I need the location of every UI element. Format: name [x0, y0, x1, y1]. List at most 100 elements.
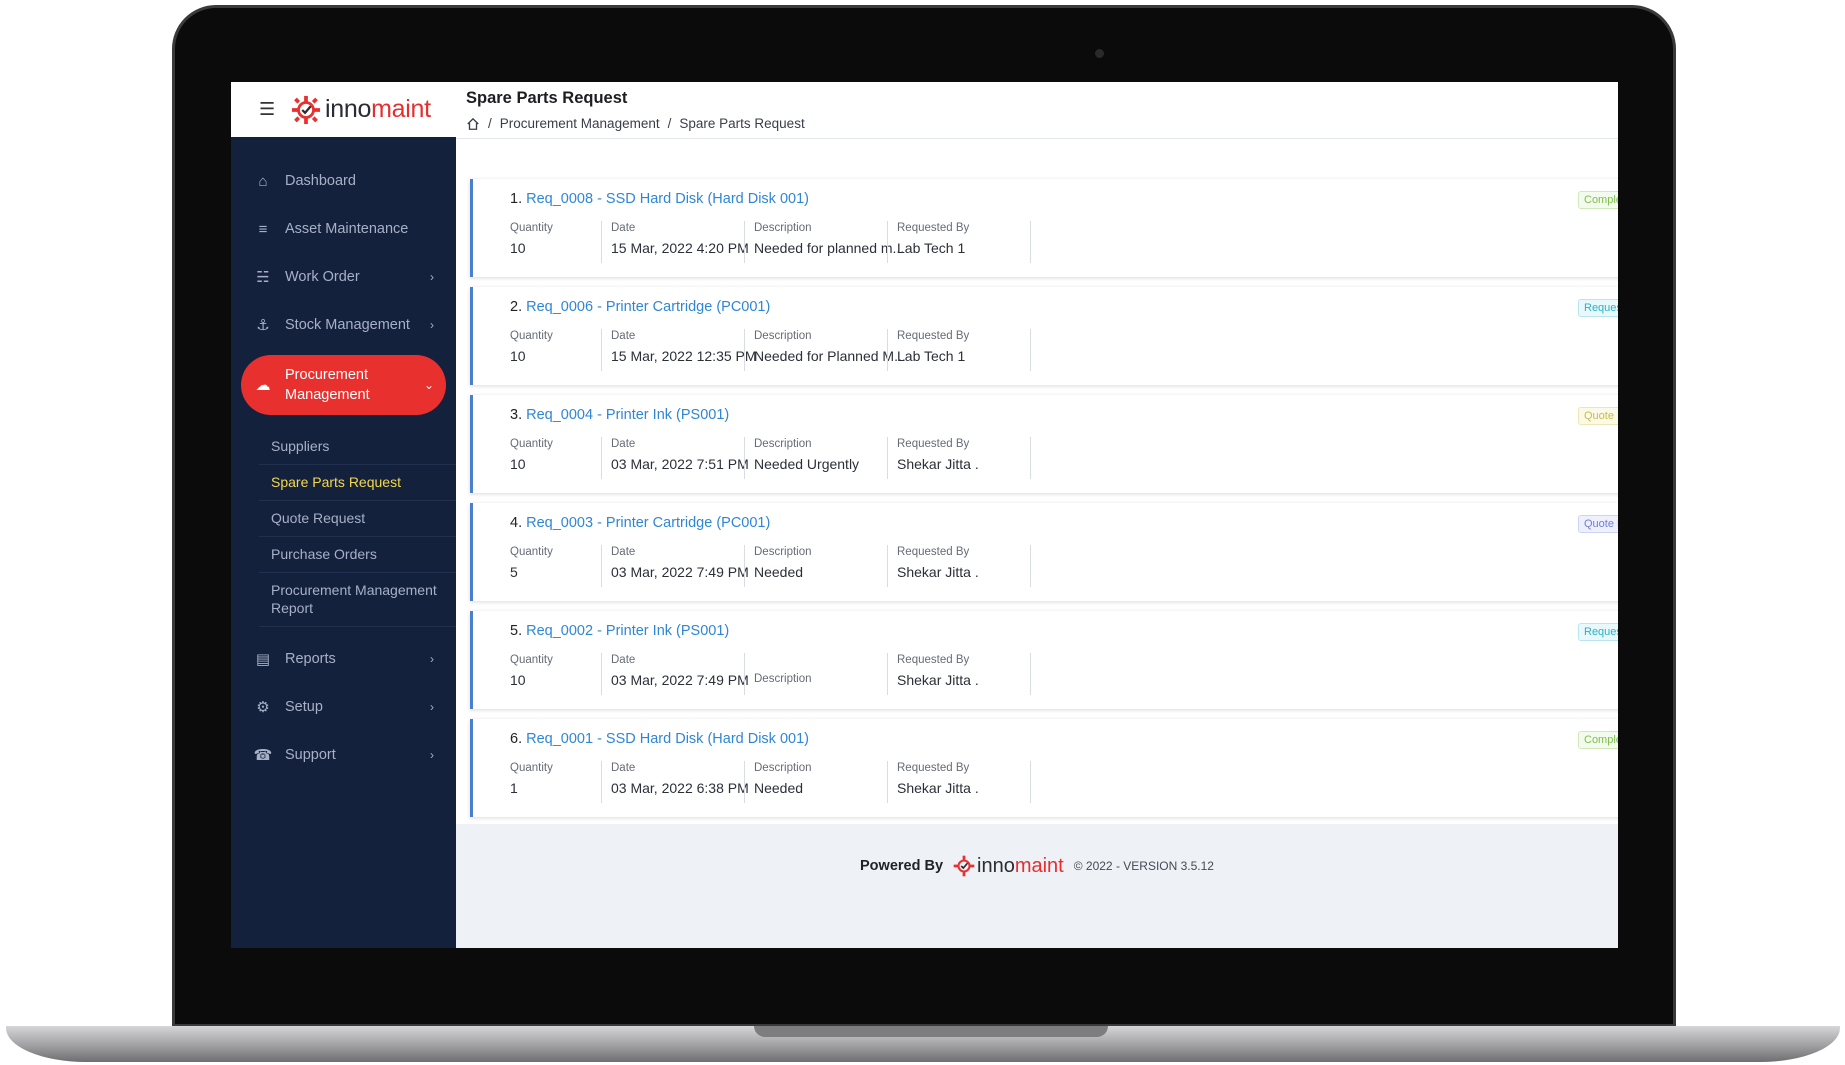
sidebar-item-dashboard[interactable]: ⌂ Dashboard — [231, 157, 456, 205]
request-card[interactable]: 3. Req_0004 - Printer Ink (PS001) Quanti… — [470, 395, 1618, 493]
requested-by-label: Requested By — [897, 330, 970, 342]
sidebar-item-stock-management[interactable]: ⚓ Stock Management › — [231, 301, 456, 349]
requested-by-col: Requested By Lab Tech 1 — [897, 222, 969, 256]
date-value: 15 Mar, 2022 12:35 PM — [611, 348, 757, 364]
request-link[interactable]: Req_0002 - Printer Ink (PS001) — [526, 623, 729, 639]
sidebar-item-label: Setup — [285, 699, 323, 716]
requested-by-value: Shekar Jitta . — [897, 780, 979, 796]
breadcrumb-separator: / — [667, 116, 672, 131]
request-card[interactable]: 1. Req_0008 - SSD Hard Disk (Hard Disk 0… — [470, 179, 1618, 277]
request-link[interactable]: Req_0001 - SSD Hard Disk (Hard Disk 001) — [526, 731, 809, 747]
quantity-value: 10 — [510, 672, 526, 688]
footer-logo: inno maint — [953, 855, 1064, 878]
breadcrumb-procurement[interactable]: Procurement Management — [500, 116, 660, 131]
column-divider — [887, 761, 888, 803]
submenu-item-purchase-orders[interactable]: Purchase Orders — [259, 537, 456, 573]
sidebar-item-procurement-management[interactable]: ☁ Procurement Management ⌄ — [241, 355, 446, 415]
status-badge: Complete — [1578, 731, 1618, 749]
column-divider — [601, 653, 602, 695]
sidebar-item-label: Dashboard — [285, 173, 356, 189]
chevron-right-icon: › — [430, 748, 434, 763]
sliders-icon: ☵ — [256, 269, 270, 286]
laptop-notch — [754, 1026, 1108, 1037]
sidebar-item-work-order[interactable]: ☵ Work Order › — [231, 253, 456, 301]
date-value: 03 Mar, 2022 7:51 PM — [611, 456, 749, 472]
column-divider — [887, 221, 888, 263]
quantity-col: Quantity 10 — [510, 222, 553, 256]
submenu-item-procurement-report[interactable]: Procurement Management Report — [259, 573, 456, 628]
submenu-item-quote-request[interactable]: Quote Request — [259, 501, 456, 537]
quantity-col: Quantity 5 — [510, 546, 553, 580]
requested-by-col: Requested By Lab Tech 1 — [897, 330, 969, 364]
logo-bar: ☰ innomaint — [231, 82, 456, 137]
headset-icon: ☎ — [253, 747, 273, 765]
column-divider — [744, 761, 745, 803]
menu-toggle-icon[interactable]: ☰ — [259, 99, 281, 120]
quantity-value: 1 — [510, 780, 518, 796]
date-col: Date 03 Mar, 2022 7:51 PM — [611, 438, 749, 472]
request-number: 3. — [510, 407, 523, 423]
sidebar-item-support[interactable]: ☎ Support › — [231, 731, 456, 779]
date-col: Date 15 Mar, 2022 4:20 PM — [611, 222, 749, 256]
version-text: © 2022 - VERSION 3.5.12 — [1073, 859, 1214, 873]
description-col: Description Needed — [754, 762, 812, 796]
column-divider — [744, 221, 745, 263]
sidebar-item-asset-maintenance[interactable]: ≡ Asset Maintenance — [231, 205, 456, 253]
description-value: Needed Urgently — [754, 456, 860, 472]
sidebar-item-setup[interactable]: ⚙ Setup › — [231, 683, 456, 731]
brand-part1: inno — [325, 95, 372, 123]
date-col: Date 15 Mar, 2022 12:35 PM — [611, 330, 757, 364]
quantity-label: Quantity — [510, 330, 553, 342]
layers-icon: ≡ — [258, 220, 268, 238]
request-link[interactable]: Req_0004 - Printer Ink (PS001) — [526, 407, 729, 423]
submenu-item-spare-parts-request[interactable]: Spare Parts Request — [259, 465, 456, 501]
date-col: Date 03 Mar, 2022 7:49 PM — [611, 546, 749, 580]
column-divider — [1030, 653, 1031, 695]
date-label: Date — [611, 438, 636, 450]
report-icon: ▤ — [255, 651, 271, 669]
request-heading: 4. Req_0003 - Printer Cartridge (PC001) — [510, 515, 770, 531]
column-divider — [601, 329, 602, 371]
column-divider — [601, 761, 602, 803]
request-card[interactable]: 2. Req_0006 - Printer Cartridge (PC001) … — [470, 287, 1618, 385]
anchor-icon: ⚓ — [256, 317, 270, 334]
submenu-item-suppliers[interactable]: Suppliers — [259, 429, 456, 465]
description-col: Description Needed for planned m... — [754, 222, 904, 256]
sidebar-item-label: Work Order — [285, 269, 360, 285]
requested-by-label: Requested By — [897, 654, 970, 666]
request-heading: 2. Req_0006 - Printer Cartridge (PC001) — [510, 299, 770, 315]
requested-by-col: Requested By Shekar Jitta . — [897, 654, 979, 688]
sidebar-item-reports[interactable]: ▤ Reports › — [231, 635, 456, 683]
description-value: Needed — [754, 780, 804, 796]
column-divider — [601, 545, 602, 587]
request-number: 5. — [510, 623, 523, 639]
request-card[interactable]: 6. Req_0001 - SSD Hard Disk (Hard Disk 0… — [470, 719, 1618, 817]
request-link[interactable]: Req_0003 - Printer Cartridge (PC001) — [526, 515, 770, 531]
request-link[interactable]: Req_0006 - Printer Cartridge (PC001) — [526, 299, 770, 315]
column-divider — [887, 545, 888, 587]
sidebar-item-label: Stock Management — [285, 317, 410, 333]
procurement-submenu: Suppliers Spare Parts Request Quote Requ… — [231, 421, 456, 635]
description-label: Description — [754, 673, 812, 685]
request-card[interactable]: 4. Req_0003 - Printer Cartridge (PC001) … — [470, 503, 1618, 601]
quantity-label: Quantity — [510, 438, 553, 450]
column-divider — [1030, 761, 1031, 803]
main-area: Spare Parts Request / Procurement Manage… — [456, 82, 1618, 948]
status-badge: Quote In — [1578, 407, 1618, 425]
request-card[interactable]: 5. Req_0002 - Printer Ink (PS001) Quanti… — [470, 611, 1618, 709]
status-badge: Quote R — [1578, 515, 1618, 533]
date-value: 15 Mar, 2022 4:20 PM — [611, 240, 749, 256]
quantity-value: 5 — [510, 564, 518, 580]
chevron-right-icon: › — [430, 270, 434, 284]
column-divider — [887, 653, 888, 695]
requested-by-col: Requested By Shekar Jitta . — [897, 546, 979, 580]
camera-dot — [1095, 49, 1104, 58]
quantity-label: Quantity — [510, 546, 553, 558]
request-link[interactable]: Req_0008 - SSD Hard Disk (Hard Disk 001) — [526, 191, 809, 207]
date-label: Date — [611, 222, 636, 234]
home-icon[interactable] — [466, 117, 480, 131]
date-label: Date — [611, 654, 636, 666]
column-divider — [887, 437, 888, 479]
column-divider — [601, 437, 602, 479]
date-value: 03 Mar, 2022 7:49 PM — [611, 672, 749, 688]
